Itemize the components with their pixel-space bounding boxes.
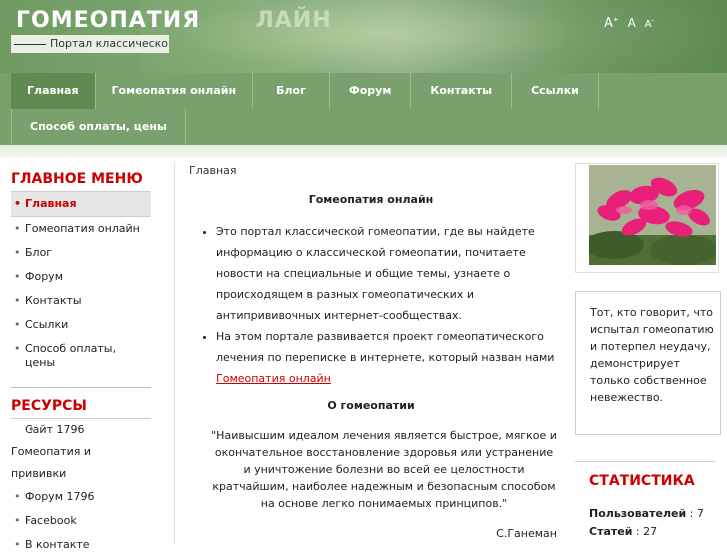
- article-bullet-1: Это портал классической гомеопатии, где …: [216, 221, 557, 326]
- nav-divider: [0, 145, 727, 157]
- main-navigation: Главная Гомеопатия онлайн Блог Форум Кон…: [0, 73, 727, 145]
- article-bullet-2: На этом портале развивается проект гомео…: [216, 326, 557, 389]
- nav-item-homeopathy-online[interactable]: Гомеопатия онлайн: [96, 73, 254, 109]
- article-bullet-2-text: На этом портале развивается проект гомео…: [216, 330, 555, 364]
- resource-item-1796-site[interactable]: Сайт 1796 Гомеопатия и прививки: [11, 419, 151, 485]
- site-title-main: ГОМЕОПАТИЯ: [16, 8, 201, 33]
- stats-separator: [575, 461, 715, 462]
- statistics-list: Пользователей : 7 Статей : 27: [589, 505, 704, 541]
- nav-item-contacts[interactable]: Контакты: [411, 73, 513, 109]
- statistics-title: СТАТИСТИКА: [589, 473, 695, 489]
- article-title: Гомеопатия онлайн: [308, 193, 434, 206]
- stat-users-label: Пользователей: [589, 507, 687, 520]
- resource-item-1796-forum[interactable]: Форум 1796: [11, 485, 151, 509]
- resource-item-facebook[interactable]: Facebook: [11, 509, 151, 533]
- nav-item-forum[interactable]: Форум: [330, 73, 412, 109]
- resources-title: РЕСУРСЫ: [11, 398, 87, 414]
- nav-item-home[interactable]: Главная: [11, 73, 96, 109]
- menu-item-home[interactable]: Главная: [11, 192, 151, 217]
- main-menu-title: ГЛАВНОЕ МЕНЮ: [11, 171, 143, 187]
- site-slogan: Портал классической г: [11, 35, 169, 53]
- menu-item-links[interactable]: Ссылки: [11, 313, 151, 337]
- font-decrease-button[interactable]: A-: [645, 17, 654, 30]
- cyclamen-flower-image: [589, 165, 716, 265]
- stat-articles-value: 27: [643, 525, 658, 538]
- about-homeopathy-title: О гомеопатии: [327, 399, 415, 412]
- photo-frame: [575, 163, 719, 273]
- breadcrumb: Главная: [189, 164, 237, 177]
- font-reset-button[interactable]: A: [628, 16, 636, 30]
- site-title-fade: ЛАЙН: [255, 8, 332, 33]
- nav-item-blog[interactable]: Блог: [253, 73, 330, 109]
- menu-item-payment[interactable]: Способ оплаты, цены: [11, 337, 151, 375]
- menu-item-blog[interactable]: Блог: [11, 241, 151, 265]
- font-increase-button[interactable]: A+: [604, 16, 619, 31]
- hahnemann-quote: "Наивысшим идеалом лечения является быст…: [211, 429, 557, 510]
- menu-separator: [11, 387, 151, 388]
- stat-users: Пользователей : 7: [589, 507, 704, 520]
- stat-articles-label: Статей: [589, 525, 633, 538]
- stat-articles: Статей : 27: [589, 525, 658, 538]
- nav-item-links[interactable]: Ссылки: [512, 73, 599, 109]
- main-content: Главная Гомеопатия онлайн Это портал кла…: [174, 163, 567, 545]
- slogan-text: Портал классической г: [50, 37, 169, 50]
- site-header: ГОМЕОПАТИЯ ЛАЙН Портал классической г A+…: [0, 0, 727, 73]
- site-title[interactable]: ГОМЕОПАТИЯ ЛАЙН: [16, 8, 332, 33]
- menu-item-contacts[interactable]: Контакты: [11, 289, 151, 313]
- stat-users-value: 7: [696, 507, 704, 520]
- menu-item-homeopathy-online[interactable]: Гомеопатия онлайн: [11, 217, 151, 241]
- article-body: Это портал классической гомеопатии, где …: [201, 221, 557, 389]
- main-menu: Главная Гомеопатия онлайн Блог Форум Кон…: [11, 191, 151, 375]
- sidebar-quote: Тот, кто говорит, что испытал гомеопатию…: [575, 291, 721, 435]
- quote-author: С.Ганеман: [496, 527, 557, 540]
- menu-item-forum[interactable]: Форум: [11, 265, 151, 289]
- font-size-controls: A+ A A-: [604, 16, 659, 31]
- left-sidebar: ГЛАВНОЕ МЕНЮ Главная Гомеопатия онлайн Б…: [0, 163, 165, 557]
- resource-item-vkontakte[interactable]: В контакте: [11, 533, 151, 557]
- homeopathy-online-link[interactable]: Гомеопатия онлайн: [216, 372, 331, 385]
- resources-menu: Сайт 1796 Гомеопатия и прививки Форум 17…: [11, 418, 151, 557]
- nav-item-payment[interactable]: Способ оплаты, цены: [11, 109, 186, 145]
